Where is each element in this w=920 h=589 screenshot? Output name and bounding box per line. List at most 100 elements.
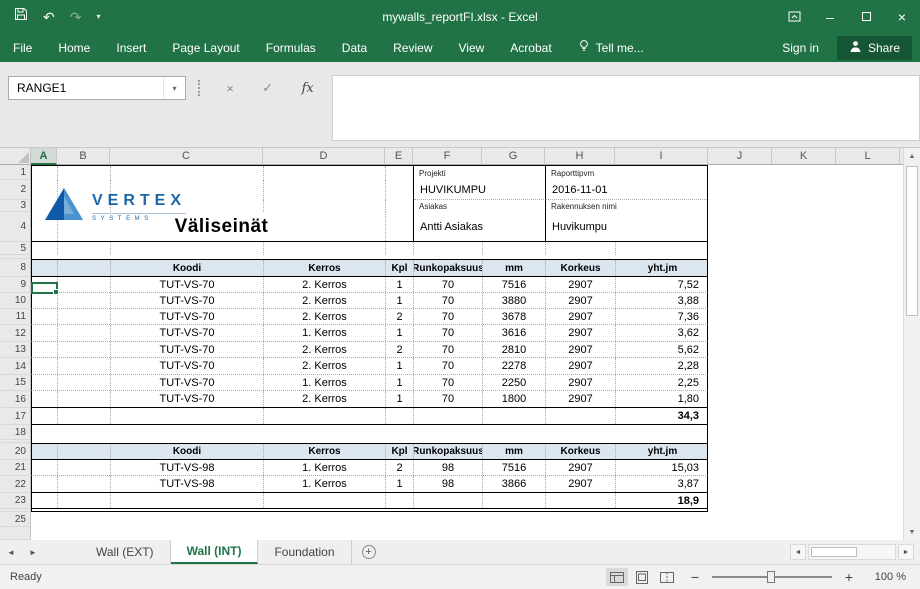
column-header-g[interactable]: G [482, 148, 545, 165]
formula-bar-grip[interactable] [198, 80, 200, 96]
cell-yhtjm[interactable]: 3,87 [616, 476, 708, 492]
cell[interactable] [58, 460, 111, 475]
cell-yhtjm[interactable]: 15,03 [616, 460, 708, 475]
tab-insert[interactable]: Insert [103, 33, 159, 62]
cell[interactable] [414, 242, 483, 255]
undo-icon[interactable]: ↶ [43, 10, 55, 24]
enter-icon[interactable]: ✓ [262, 80, 273, 96]
cell[interactable] [32, 260, 58, 276]
cell-kpl[interactable]: 2 [386, 309, 414, 324]
header-kerros[interactable]: Kerros [264, 444, 386, 459]
cell-koodi[interactable]: TUT-VS-70 [111, 358, 264, 374]
header-mm[interactable]: mm [483, 260, 546, 276]
horizontal-scrollbar-track[interactable] [808, 544, 896, 560]
vertical-scrollbar-thumb[interactable] [906, 166, 918, 316]
cell[interactable] [32, 242, 58, 255]
cell-customer-label[interactable]: Asiakas [414, 200, 546, 212]
cell[interactable] [483, 408, 546, 424]
cell[interactable] [414, 408, 483, 424]
cell[interactable] [111, 408, 264, 424]
cell[interactable] [58, 391, 111, 407]
cell-runkopaksuus[interactable]: 98 [414, 476, 483, 492]
column-header-l[interactable]: L [836, 148, 900, 165]
cell[interactable] [111, 242, 264, 255]
cell-yhtjm[interactable]: 2,28 [616, 358, 708, 374]
save-icon[interactable] [14, 7, 28, 26]
cell-koodi[interactable]: TUT-VS-70 [111, 293, 264, 308]
cell-mm[interactable]: 3880 [483, 293, 546, 308]
cell[interactable] [58, 277, 111, 292]
row-header[interactable]: 9 [0, 277, 31, 293]
tab-view[interactable]: View [446, 33, 498, 62]
zoom-out-button[interactable]: − [688, 569, 702, 585]
cell-runkopaksuus[interactable]: 70 [414, 325, 483, 341]
cell-table2-total[interactable]: 18,9 [616, 493, 708, 508]
cell-mm[interactable]: 7516 [483, 460, 546, 475]
name-box-dropdown-icon[interactable]: ▾ [163, 77, 185, 99]
cell-korkeus[interactable]: 2907 [546, 391, 616, 407]
row-header[interactable]: 14 [0, 358, 31, 375]
normal-view-icon[interactable] [606, 568, 628, 586]
cell-building-label[interactable]: Rakennuksen nimi [546, 200, 708, 212]
header-mm[interactable]: mm [483, 444, 546, 459]
row-header[interactable]: 23 [0, 493, 31, 509]
cell-kpl[interactable]: 2 [386, 342, 414, 357]
cell-yhtjm[interactable]: 7,36 [616, 309, 708, 324]
cell[interactable] [264, 200, 386, 212]
cell-table1-total[interactable]: 34,3 [616, 408, 708, 424]
scroll-down-icon[interactable]: ▼ [904, 524, 920, 540]
row-header[interactable]: 12 [0, 325, 31, 342]
cell-mm[interactable]: 2250 [483, 375, 546, 390]
column-header-e[interactable]: E [385, 148, 413, 165]
cell-runkopaksuus[interactable]: 70 [414, 358, 483, 374]
cell-project-label[interactable]: Projekti [414, 166, 546, 180]
cell[interactable] [58, 309, 111, 324]
insert-function-icon[interactable]: fx [302, 81, 314, 96]
zoom-level[interactable]: 100 % [866, 571, 906, 583]
cell-kpl[interactable]: 1 [386, 476, 414, 492]
cell-runkopaksuus[interactable]: 70 [414, 309, 483, 324]
tab-review[interactable]: Review [380, 33, 445, 62]
cell-yhtjm[interactable]: 1,80 [616, 391, 708, 407]
new-sheet-button[interactable]: + [352, 540, 386, 564]
cell-runkopaksuus[interactable]: 70 [414, 342, 483, 357]
header-korkeus[interactable]: Korkeus [546, 260, 616, 276]
tab-formulas[interactable]: Formulas [253, 33, 329, 62]
header-kpl[interactable]: Kpl [386, 260, 414, 276]
cell[interactable] [32, 166, 58, 180]
cell-korkeus[interactable]: 2907 [546, 460, 616, 475]
header-koodi[interactable]: Koodi [111, 260, 264, 276]
tell-me-box[interactable]: Tell me... [565, 33, 657, 62]
cell-koodi[interactable]: TUT-VS-70 [111, 391, 264, 407]
cell-project-value[interactable]: HUVIKUMPU [414, 180, 546, 200]
column-header-b[interactable]: B [57, 148, 110, 165]
cell[interactable] [264, 242, 386, 255]
cell[interactable] [58, 342, 111, 357]
cell[interactable] [386, 242, 414, 255]
header-runkopaksuus[interactable]: Runkopaksuus [414, 444, 483, 459]
cell[interactable] [58, 166, 111, 180]
cell-mm[interactable]: 2278 [483, 358, 546, 374]
cell-kerros[interactable]: 1. Kerros [264, 460, 386, 475]
column-header-c[interactable]: C [110, 148, 263, 165]
cell-koodi[interactable]: TUT-VS-70 [111, 342, 264, 357]
cell-yhtjm[interactable]: 2,25 [616, 375, 708, 390]
cell-kerros[interactable]: 2. Kerros [264, 342, 386, 357]
row-header[interactable]: 11 [0, 309, 31, 325]
maximize-button[interactable] [848, 0, 884, 33]
cell-mm[interactable]: 3616 [483, 325, 546, 341]
zoom-in-button[interactable]: + [842, 569, 856, 585]
cell[interactable] [616, 242, 708, 255]
cell-runkopaksuus[interactable]: 70 [414, 277, 483, 292]
cell[interactable] [386, 408, 414, 424]
column-header-i[interactable]: I [615, 148, 708, 165]
cell[interactable] [386, 200, 414, 212]
cell[interactable] [32, 493, 58, 508]
cell-kpl[interactable]: 1 [386, 375, 414, 390]
column-header-j[interactable]: J [708, 148, 772, 165]
cell-runkopaksuus[interactable]: 98 [414, 460, 483, 475]
cell[interactable] [264, 408, 386, 424]
redo-icon[interactable]: ↷ [70, 10, 82, 24]
cell[interactable] [483, 242, 546, 255]
column-header-a[interactable]: A [31, 148, 57, 165]
